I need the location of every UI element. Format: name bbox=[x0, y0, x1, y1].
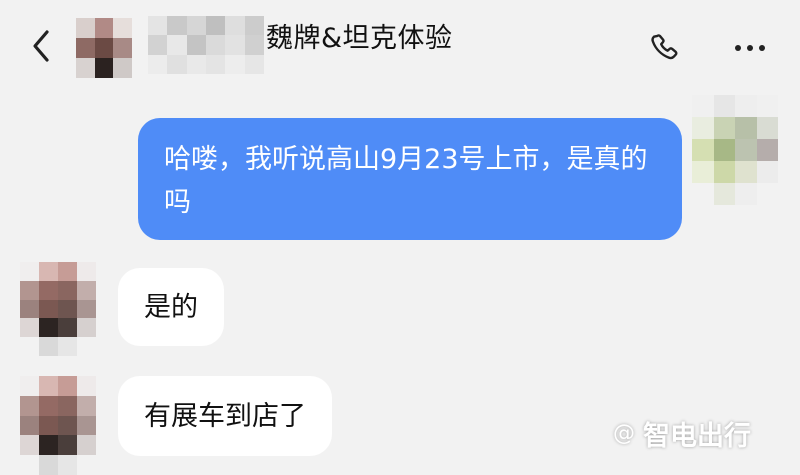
contact-avatar[interactable] bbox=[20, 376, 96, 475]
contact-avatar[interactable] bbox=[20, 262, 96, 356]
chevron-left-icon bbox=[33, 30, 49, 62]
my-avatar[interactable] bbox=[692, 95, 778, 205]
back-button[interactable] bbox=[26, 26, 56, 66]
watermark-text: 智电出行 bbox=[643, 421, 751, 452]
chat-header: 魏牌&坦克体验 bbox=[0, 0, 800, 90]
message-text: 有展车到店了 bbox=[144, 400, 306, 432]
incoming-message-bubble[interactable]: 是的 bbox=[118, 268, 224, 346]
chat-avatar[interactable] bbox=[76, 18, 132, 78]
watermark-at: @ bbox=[613, 421, 635, 446]
blurred-group-name bbox=[148, 16, 264, 74]
incoming-message-bubble[interactable]: 有展车到店了 bbox=[118, 376, 332, 456]
more-button[interactable] bbox=[728, 28, 772, 68]
phone-icon bbox=[651, 34, 678, 60]
message-text: 哈喽，我听说高山9月23号上市，是真的吗 bbox=[164, 144, 648, 218]
call-button[interactable] bbox=[645, 28, 685, 68]
outgoing-message-bubble[interactable]: 哈喽，我听说高山9月23号上市，是真的吗 bbox=[138, 118, 682, 240]
message-text: 是的 bbox=[144, 291, 198, 323]
watermark: @ 智电出行 bbox=[613, 414, 751, 453]
more-horizontal-icon bbox=[735, 45, 765, 51]
chat-title: 魏牌&坦克体验 bbox=[266, 23, 453, 54]
